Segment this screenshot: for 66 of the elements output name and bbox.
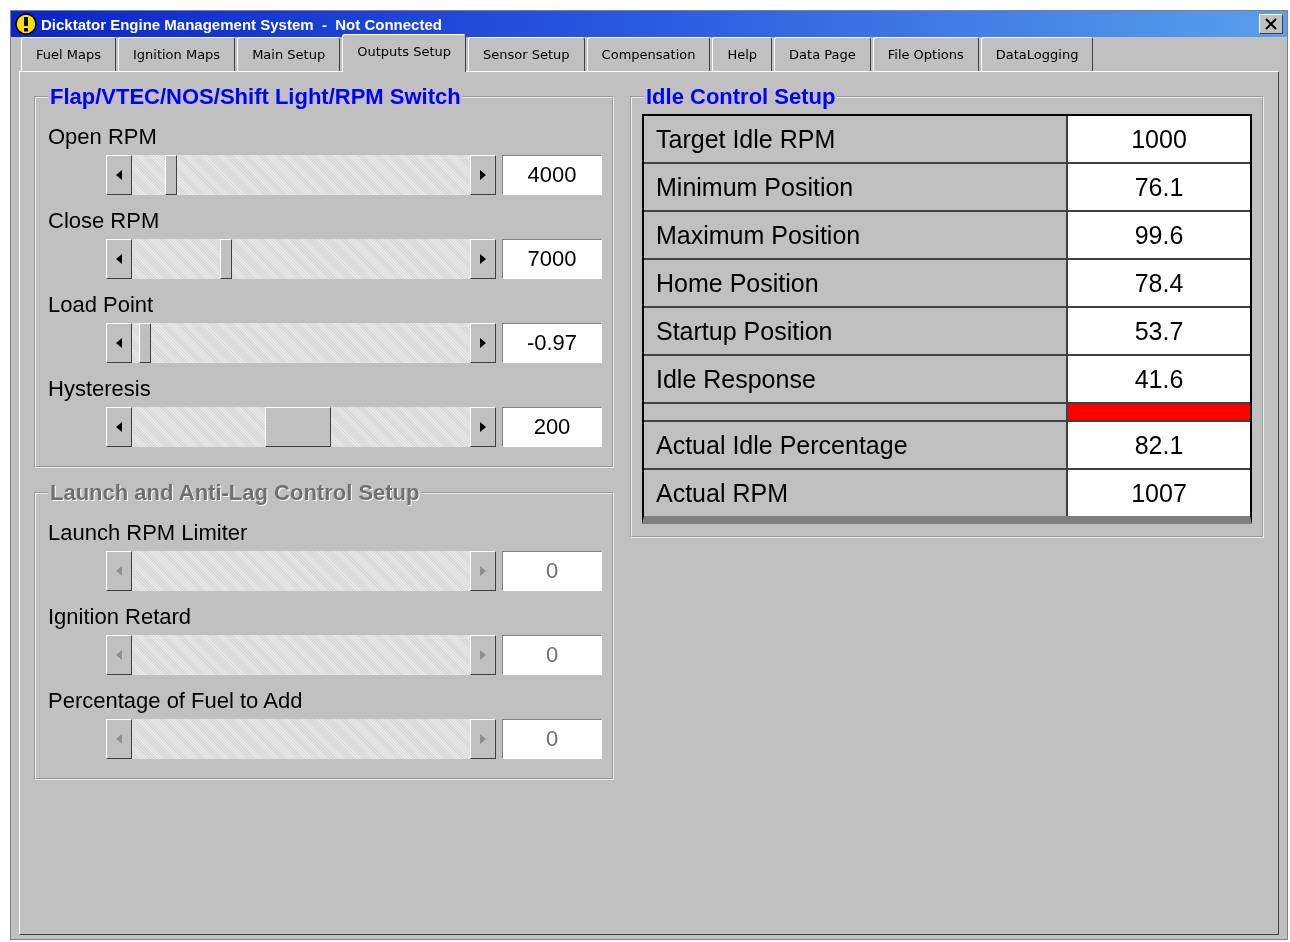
- scroll-left-button[interactable]: [106, 407, 132, 447]
- parameter-value[interactable]: 78.4: [1068, 260, 1250, 306]
- tab[interactable]: Help: [712, 37, 773, 71]
- parameter-value[interactable]: 82.1: [1068, 422, 1250, 468]
- left-arrow-icon: [116, 170, 122, 180]
- parameter-value[interactable]: 1000: [1068, 116, 1250, 162]
- group-title: Flap/VTEC/NOS/Shift Light/RPM Switch: [49, 84, 462, 110]
- tab[interactable]: Sensor Setup: [468, 37, 585, 71]
- slider-label: Launch RPM Limiter: [48, 520, 249, 546]
- slider-label: Load Point: [48, 292, 155, 318]
- right-arrow-icon: [480, 650, 486, 660]
- right-arrow-icon: [480, 566, 486, 576]
- right-arrow-icon: [480, 338, 486, 348]
- scroll-slider[interactable]: [106, 155, 496, 195]
- parameter-value[interactable]: 99.6: [1068, 212, 1250, 258]
- parameter-value[interactable]: 1007: [1068, 470, 1250, 516]
- scroll-left-button[interactable]: [106, 239, 132, 279]
- scroll-slider[interactable]: [106, 323, 496, 363]
- parameter-value[interactable]: 53.7: [1068, 308, 1250, 354]
- scroll-slider[interactable]: [106, 407, 496, 447]
- close-icon: [1265, 18, 1277, 30]
- value-field[interactable]: 7000: [502, 239, 602, 279]
- tab[interactable]: Fuel Maps: [21, 37, 116, 71]
- group-title: Launch and Anti-Lag Control Setup: [49, 480, 421, 506]
- slider-thumb[interactable]: [164, 155, 177, 195]
- tab[interactable]: DataLogging: [980, 37, 1094, 71]
- slider-thumb[interactable]: [138, 323, 151, 363]
- right-arrow-icon: [480, 170, 486, 180]
- parameter-value[interactable]: 41.6: [1068, 356, 1250, 402]
- tab[interactable]: File Options: [872, 37, 979, 71]
- scroll-right-button[interactable]: [470, 239, 496, 279]
- value-field[interactable]: 4000: [502, 155, 602, 195]
- scroll-right-button[interactable]: [470, 407, 496, 447]
- value-field[interactable]: 200: [502, 407, 602, 447]
- slider-thumb[interactable]: [220, 239, 232, 279]
- tab[interactable]: Data Page: [774, 37, 871, 71]
- scroll-left-button[interactable]: [106, 155, 132, 195]
- tab[interactable]: Compensation: [586, 37, 711, 71]
- value-field[interactable]: -0.97: [502, 323, 602, 363]
- warning-icon: [15, 13, 37, 35]
- tab[interactable]: Outputs Setup: [342, 34, 467, 72]
- scroll-right-button[interactable]: [470, 323, 496, 363]
- left-arrow-icon: [116, 734, 122, 744]
- scroll-right-button[interactable]: [470, 155, 496, 195]
- right-arrow-icon: [480, 734, 486, 744]
- left-arrow-icon: [116, 650, 122, 660]
- left-arrow-icon: [116, 254, 122, 264]
- left-arrow-icon: [116, 566, 122, 576]
- tab[interactable]: Ignition Maps: [117, 37, 236, 71]
- parameter-value[interactable]: 76.1: [1068, 164, 1250, 210]
- right-arrow-icon: [480, 254, 486, 264]
- slider-label: Open RPM: [48, 124, 158, 150]
- left-arrow-icon: [116, 422, 122, 432]
- scroll-slider[interactable]: [106, 239, 496, 279]
- slider-label: Percentage of Fuel to Add: [48, 688, 304, 714]
- slider-label: Ignition Retard: [48, 604, 193, 630]
- scroll-left-button[interactable]: [106, 323, 132, 363]
- slider-label: Close RPM: [48, 208, 161, 234]
- window-title: Dicktator Engine Management System - Not Connected: [41, 15, 443, 33]
- left-arrow-icon: [116, 338, 122, 348]
- group-title: Idle Control Setup: [645, 84, 837, 110]
- right-arrow-icon: [480, 422, 486, 432]
- close-button[interactable]: [1259, 14, 1283, 34]
- slider-thumb[interactable]: [265, 407, 332, 447]
- slider-label: Hysteresis: [48, 376, 152, 402]
- tab[interactable]: Main Setup: [237, 37, 341, 71]
